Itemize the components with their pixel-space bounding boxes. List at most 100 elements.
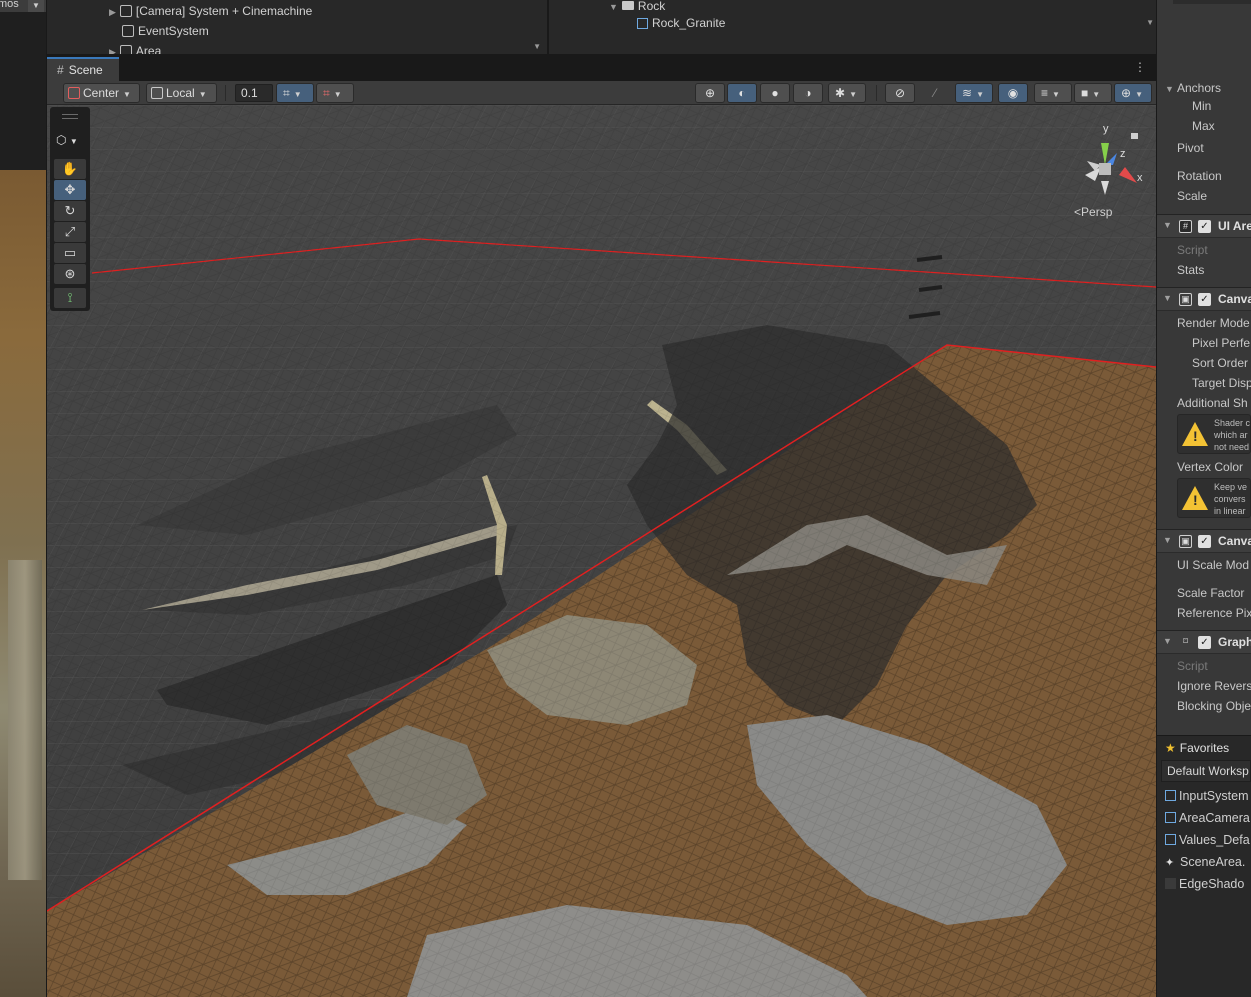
shaded-button[interactable]: ●: [760, 83, 790, 103]
game-view-strip: mos ▼: [0, 0, 46, 997]
component-enabled-checkbox[interactable]: ✓: [1198, 293, 1211, 306]
reference-pixels-label: Reference Pix: [1177, 606, 1251, 620]
chevron-down-icon: ▼: [849, 90, 857, 99]
hierarchy-item[interactable]: ▶ [Camera] System + Cinemachine: [109, 1, 312, 21]
component-enabled-checkbox[interactable]: ✓: [1198, 535, 1211, 548]
component-enabled-checkbox[interactable]: ✓: [1198, 636, 1211, 649]
debug-draw-mode-dropdown[interactable]: ✱ ▼: [828, 83, 866, 103]
scene-viewport[interactable]: ⬡ ▼ ✋ ✥ ↻ ⤢ ▭ ⊛ ⟟ y z x <Persp: [47, 105, 1156, 997]
pixel-perfect-label: Pixel Perfe: [1192, 336, 1251, 350]
scene-visibility-toggle[interactable]: ◉: [998, 83, 1028, 103]
foldout-arrow-icon[interactable]: ▼: [1163, 535, 1172, 545]
move-tool-button[interactable]: ✥: [54, 180, 86, 200]
favorites-title: Favorites: [1179, 741, 1230, 755]
project-folder-item[interactable]: ▼ Rock: [609, 0, 665, 15]
gizmos-dropdown[interactable]: ⊕ ▼: [1114, 83, 1152, 103]
grid-snapping-toggle[interactable]: ⌗ ▼: [276, 83, 314, 103]
blocking-objects-label: Blocking Obje: [1177, 699, 1251, 713]
unlit-sphere-icon: ◑: [804, 86, 812, 100]
favorite-item[interactable]: AreaCamera: [1165, 811, 1250, 825]
snap-increment-input[interactable]: 0.1: [235, 84, 273, 102]
warning-text-line: Keep ve: [1214, 482, 1248, 492]
favorite-item[interactable]: InputSystem: [1165, 789, 1248, 803]
warning-text-line: Shader c: [1214, 418, 1251, 428]
rect-tool-button[interactable]: ▭: [54, 243, 86, 263]
foldout-arrow-icon[interactable]: ▼: [1163, 220, 1172, 230]
more-options-icon[interactable]: ⋮: [1134, 60, 1146, 74]
workspace-dropdown[interactable]: Default Worksp: [1161, 760, 1251, 782]
project-asset-item[interactable]: Rock_Granite: [637, 14, 725, 32]
favorite-item-label: InputSystem: [1179, 789, 1249, 803]
chevron-down-icon: ▼: [293, 90, 302, 99]
hierarchy-item-label: [Camera] System + Cinemachine: [135, 4, 313, 18]
folder-icon: [621, 1, 634, 10]
space-mode-label: Local: [166, 86, 195, 100]
project-item-label: Rock_Granite: [652, 16, 726, 30]
audio-off-icon: ⁄: [933, 86, 936, 100]
favorite-item[interactable]: ✦ SceneArea.: [1165, 855, 1245, 869]
draw-mode-layers-dropdown[interactable]: ≡ ▼: [1034, 83, 1072, 103]
gameobject-icon: [122, 25, 134, 37]
prefab-icon: [1165, 834, 1176, 845]
scene-render: [47, 105, 1156, 997]
favorite-item[interactable]: Values_Defa: [1165, 833, 1250, 847]
favorite-item[interactable]: EdgeShado: [1165, 877, 1244, 891]
render-mode-label: Render Mode: [1177, 316, 1250, 330]
game-view-toolbar: mos ▼: [0, 0, 46, 12]
tab-scene[interactable]: # Scene: [47, 57, 119, 81]
warning-text-line: in linear: [1214, 506, 1246, 516]
vertex-color-label: Vertex Color: [1177, 460, 1244, 474]
favorites-header[interactable]: ★ Favorites: [1165, 741, 1229, 755]
expand-arrow-icon[interactable]: ▼: [609, 2, 618, 12]
lock-icon: [1131, 133, 1138, 139]
projection-toggle[interactable]: <Persp: [1074, 205, 1112, 219]
pivot-rotation-dropdown[interactable]: Local ▼: [146, 83, 217, 103]
camera-icon: ■: [1081, 86, 1089, 100]
pivot-icon: [68, 87, 80, 99]
rotate-icon: ↻: [64, 203, 76, 218]
scale-tool-button[interactable]: ⤢: [54, 222, 86, 242]
shaded-wireframe-button[interactable]: ◐: [727, 83, 757, 103]
scroll-down-icon[interactable]: ▼: [533, 42, 541, 51]
grid-snap-icon: ⌗: [283, 86, 290, 100]
gizmos-dropdown-button[interactable]: ▼: [28, 0, 44, 12]
pivot-label: Pivot: [1177, 141, 1204, 155]
hierarchy-item[interactable]: EventSystem: [122, 21, 209, 41]
shaded-wireframe-icon: ◐: [738, 86, 746, 100]
rect-icon: ▭: [63, 245, 77, 260]
canvas-component-header[interactable]: ▼ ▣ ✓ Canva: [1157, 287, 1251, 311]
warning-text-line: which ar: [1214, 430, 1248, 440]
grid-icon: ⌗: [323, 86, 330, 100]
graphic-raycaster-component-header[interactable]: ▼ ⌑ ✓ Graph: [1157, 630, 1251, 654]
rotate-tool-button[interactable]: ↻: [54, 201, 86, 221]
scroll-down-icon[interactable]: ▼: [1146, 18, 1154, 27]
expand-arrow-icon[interactable]: ▶: [109, 47, 116, 54]
view-options-dropdown[interactable]: ⬡ ▼: [56, 131, 86, 149]
foldout-arrow-icon[interactable]: ▼: [1163, 293, 1172, 303]
wireframe-shading-button[interactable]: ⊕: [695, 83, 725, 103]
tool-palette: ⬡ ▼ ✋ ✥ ↻ ⤢ ▭ ⊛ ⟟: [50, 107, 90, 311]
expand-arrow-icon[interactable]: ▶: [109, 7, 116, 17]
pivot-mode-dropdown[interactable]: Center ▼: [63, 83, 140, 103]
star-icon: ★: [1165, 741, 1176, 755]
axis-neg-y-cone: [1101, 181, 1109, 195]
project-panel: ▼ Rock Rock_Granite ▼: [549, 0, 1156, 54]
game-view-dark-area: [0, 12, 46, 170]
hierarchy-item[interactable]: ▶ Area: [109, 41, 161, 54]
audio-toggle-button[interactable]: ⁄: [920, 83, 950, 103]
gizmos-label[interactable]: mos: [0, 0, 19, 10]
2d-toggle-button[interactable]: ⊘: [885, 83, 915, 103]
component-enabled-checkbox[interactable]: ✓: [1198, 220, 1211, 233]
foldout-arrow-icon[interactable]: ▼: [1163, 636, 1172, 646]
hand-tool-button[interactable]: ✋: [54, 159, 86, 179]
grid-visibility-toggle[interactable]: ⌗ ▼: [316, 83, 354, 103]
camera-settings-dropdown[interactable]: ■ ▼: [1074, 83, 1112, 103]
canvas-scaler-component-header[interactable]: ▼ ▣ ✓ Canva: [1157, 529, 1251, 553]
unlit-button[interactable]: ◑: [793, 83, 823, 103]
custom-tool-button[interactable]: ⟟: [54, 288, 86, 308]
effects-dropdown[interactable]: ≋ ▼: [955, 83, 993, 103]
ui-area-component-header[interactable]: ▼ # ✓ UI Are: [1157, 214, 1251, 238]
transform-tool-button[interactable]: ⊛: [54, 264, 86, 284]
drag-handle-icon[interactable]: [62, 114, 78, 119]
foldout-arrow-icon[interactable]: ▼: [1165, 84, 1174, 94]
